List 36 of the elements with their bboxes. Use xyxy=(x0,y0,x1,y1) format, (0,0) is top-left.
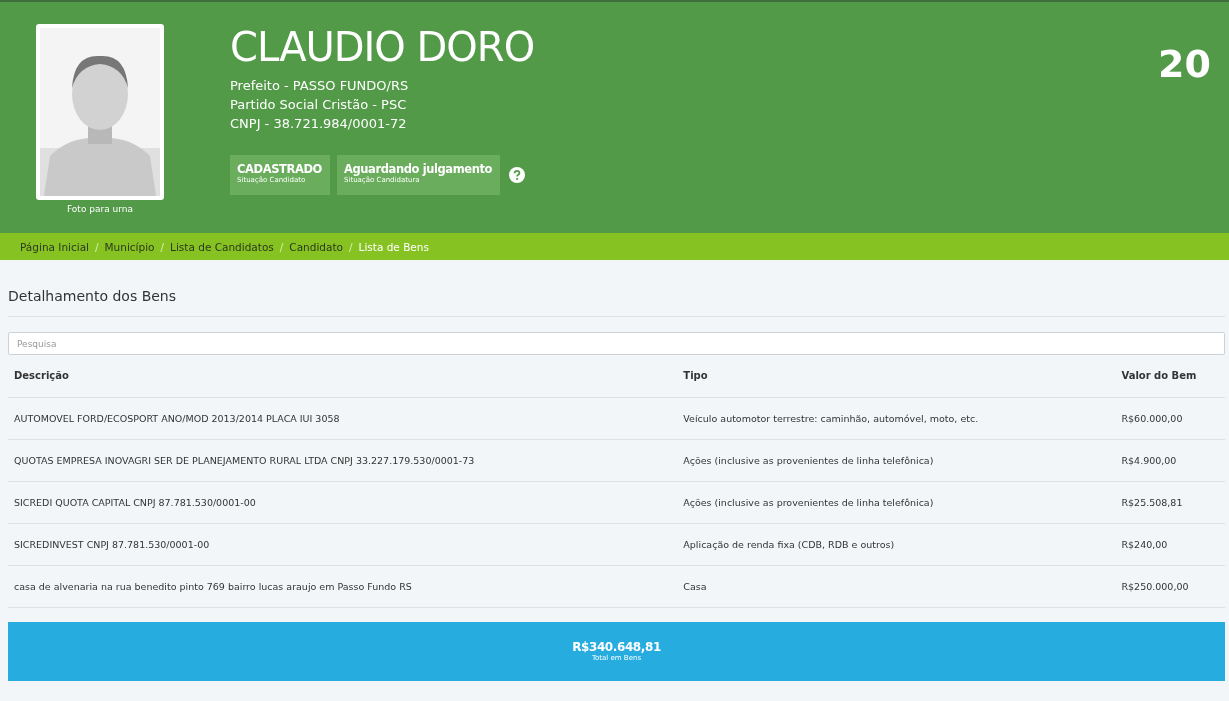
breadcrumb-separator: / xyxy=(279,240,284,253)
search-field[interactable]: Pesquisa xyxy=(8,332,1225,355)
table-cell: Casa xyxy=(677,565,1116,607)
table-cell: Veículo automotor terrestre: caminhão, automóvel, moto, etc. xyxy=(677,397,1116,439)
table-cell: Aplicação de renda fixa (CDB, RDB e outros) xyxy=(677,523,1116,565)
table-cell: SICREDINVEST CNPJ 87.781.530/0001-00 xyxy=(8,523,678,565)
breadcrumb-separator: / xyxy=(95,240,99,253)
column-header: Valor do Bem xyxy=(1115,355,1225,397)
help-icon[interactable] xyxy=(509,167,526,183)
breadcrumb-link[interactable]: Lista de Candidatos xyxy=(170,240,274,253)
candidate-detail: Partido Social Cristão - PSC xyxy=(230,96,408,114)
table-cell: R$250.000,00 xyxy=(1115,565,1225,607)
photo-caption: Foto para urna xyxy=(67,204,133,214)
table-cell: SICREDI QUOTA CAPITAL CNPJ 87.781.530/0001-00 xyxy=(8,481,678,523)
candidate-name: CLAUDIO DORO xyxy=(230,24,536,70)
breadcrumb-link[interactable]: Candidato xyxy=(289,240,343,253)
table-cell: R$25.508,81 xyxy=(1115,481,1225,523)
table-cell: R$240,00 xyxy=(1115,523,1225,565)
candidate-number: 20 xyxy=(1158,41,1212,88)
breadcrumb-separator: / xyxy=(349,240,353,253)
table-cell: QUOTAS EMPRESA INOVAGRI SER DE PLANEJAMENTO RURAL LTDA CNPJ 33.227.179.530/0001-73 xyxy=(8,439,678,481)
column-header: Descrição xyxy=(8,355,678,397)
table-cell: Ações (inclusive as provenientes de linha telefônica) xyxy=(677,439,1116,481)
table-cell: Ações (inclusive as provenientes de linha telefônica) xyxy=(677,481,1116,523)
candidate-detail: CNPJ - 38.721.984/0001-72 xyxy=(230,115,408,133)
table-cell: AUTOMOVEL FORD/ECOSPORT ANO/MOD 2013/2014 PLACA IUI 3058 xyxy=(8,397,678,439)
breadcrumb-link[interactable]: Município xyxy=(104,240,155,253)
candidate-detail: Prefeito - PASSO FUNDO/RS xyxy=(230,77,410,95)
total-value: R$340.648,81 xyxy=(572,640,661,654)
table-cell: casa de alvenaria na rua benedito pinto 769 bairro lucas araujo em Passo Fundo RS xyxy=(8,565,678,607)
breadcrumb-link[interactable]: Página Inicial xyxy=(20,240,89,253)
table-cell: R$60.000,00 xyxy=(1115,397,1225,439)
breadcrumb-separator: / xyxy=(160,240,165,253)
section-title: Detalhamento dos Bens xyxy=(8,288,1225,317)
table-cell: R$4.900,00 xyxy=(1115,439,1225,481)
column-header: Tipo xyxy=(677,355,1116,397)
